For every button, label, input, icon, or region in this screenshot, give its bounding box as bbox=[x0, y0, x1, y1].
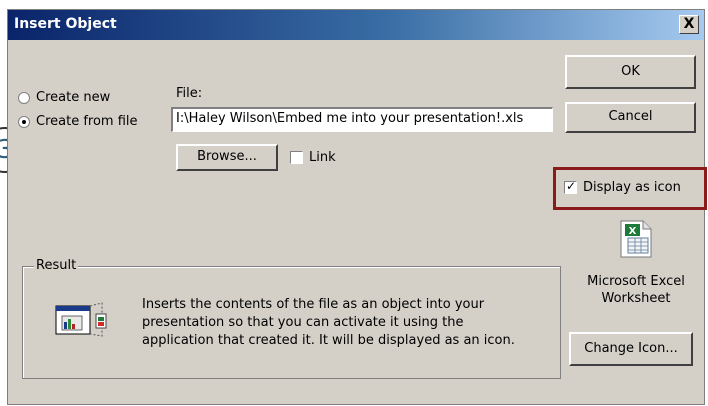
change-icon-button-label: Change Icon... bbox=[584, 341, 678, 356]
icon-caption: Microsoft Excel Worksheet bbox=[573, 273, 699, 307]
create-from-file-label: Create from file bbox=[36, 114, 138, 129]
title-bar: Insert Object X bbox=[8, 10, 704, 40]
svg-text:X: X bbox=[629, 226, 637, 237]
link-checkbox[interactable] bbox=[290, 151, 303, 164]
excel-worksheet-icon: X bbox=[619, 220, 653, 258]
browse-button-label: Browse... bbox=[197, 149, 257, 164]
browse-button[interactable]: Browse... bbox=[176, 144, 278, 171]
result-line-1: Inserts the contents of the file as an o… bbox=[142, 297, 485, 312]
display-as-icon-option[interactable]: Display as icon bbox=[564, 179, 681, 195]
window-title: Insert Object bbox=[14, 16, 117, 32]
create-new-option[interactable]: Create new bbox=[18, 90, 110, 105]
create-new-radio[interactable] bbox=[18, 91, 30, 104]
create-from-file-option[interactable]: Create from file bbox=[18, 114, 138, 129]
result-line-3: application that created it. It will be … bbox=[142, 333, 515, 348]
ok-button-label: OK bbox=[621, 64, 640, 79]
change-icon-button[interactable]: Change Icon... bbox=[569, 332, 693, 366]
ok-button[interactable]: OK bbox=[565, 55, 696, 89]
result-line-2: presentation so that you can activate it… bbox=[142, 315, 464, 330]
cancel-button[interactable]: Cancel bbox=[565, 102, 696, 133]
cancel-button-label: Cancel bbox=[608, 109, 653, 124]
result-group-title: Result bbox=[34, 258, 79, 273]
insert-object-dialog: Insert Object X Create new Create from f… bbox=[7, 9, 707, 405]
file-path-value: I:\Haley Wilson\Embed me into your prese… bbox=[176, 111, 524, 126]
link-label: Link bbox=[309, 150, 336, 165]
file-label: File: bbox=[176, 86, 203, 101]
result-description: Inserts the contents of the file as an o… bbox=[142, 296, 552, 350]
create-from-file-radio[interactable] bbox=[18, 115, 30, 128]
close-button[interactable]: X bbox=[679, 15, 699, 34]
link-option[interactable]: Link bbox=[290, 150, 336, 165]
file-path-field[interactable]: I:\Haley Wilson\Embed me into your prese… bbox=[171, 107, 553, 132]
icon-caption-line1: Microsoft Excel bbox=[587, 274, 685, 289]
embed-object-icon bbox=[52, 300, 110, 340]
icon-caption-line2: Worksheet bbox=[601, 291, 671, 306]
display-as-icon-checkbox[interactable] bbox=[564, 179, 577, 194]
display-as-icon-label: Display as icon bbox=[583, 180, 681, 195]
close-icon: X bbox=[683, 16, 695, 32]
create-new-label: Create new bbox=[36, 90, 111, 105]
